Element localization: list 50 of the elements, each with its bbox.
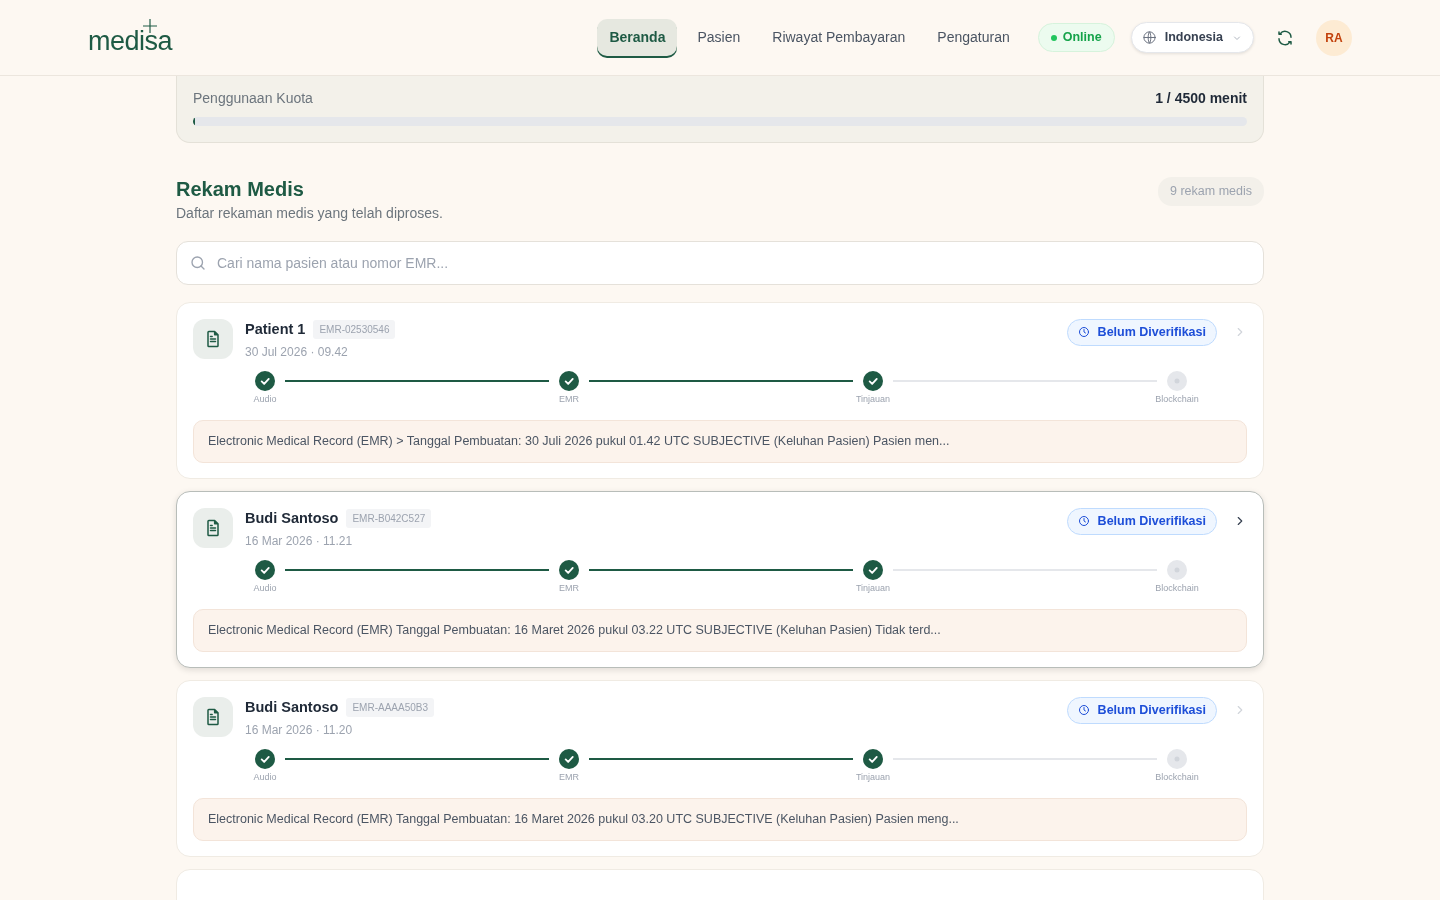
clock-icon [1077,704,1090,717]
step-label: Tinjauan [855,392,891,406]
document-icon [193,697,233,737]
clock-icon [1077,515,1090,528]
step-label: Blockchain [1155,392,1199,406]
document-icon [193,508,233,548]
document-icon [193,319,233,359]
emr-number: EMR-B042C527 [346,509,432,529]
quota-label: Penggunaan Kuota [193,89,313,108]
record-card[interactable] [176,491,1264,668]
step-label: EMR [559,392,579,406]
step-label: EMR [559,770,579,784]
record-summary: Electronic Medical Record (EMR) > Tanggal Pembuatan: 30 Juli 2026 pukul 01.42 UTC SUBJECTIVE (Keluhan Pasien) Pasien men... [193,420,1247,463]
section-subtitle: Daftar rekaman medis yang telah diproses. [176,204,443,223]
record-date: 16 Mar 2026 · 11.20 [245,721,354,739]
step-label: Tinjauan [855,770,891,784]
step-label: EMR [559,581,579,595]
record-date: 16 Mar 2026 · 11.21 [245,532,354,550]
globe-icon [1141,30,1157,45]
search-field[interactable]: Cari nama pasien atau nomor EMR... [176,241,1264,285]
step-label: Blockchain [1155,770,1199,784]
step-label: Tinjauan [855,581,891,595]
language-dropdown[interactable]: Indonesia [1130,22,1254,53]
patient-name: Budi Santoso [245,698,339,717]
record-date: 30 Jul 2026 · 09.42 [245,343,349,361]
user-avatar[interactable]: RA [1316,19,1352,56]
record-count: 9 rekam medis [1158,177,1264,206]
section-title: Rekam Medis [176,177,305,201]
nav-tab[interactable]: Beranda [597,19,678,56]
nav-tab[interactable]: Riwayat Pembayaran [760,19,918,56]
status-badge: Belum Diverifikasi [1066,697,1217,724]
step-label: Blockchain [1155,581,1199,595]
refresh-icon [1276,29,1294,48]
nav-tab[interactable]: Pasien [685,19,753,56]
brand-logo[interactable]: medisa [88,18,173,57]
patient-name: Patient 1 [245,320,306,339]
nav-tab[interactable]: Pengaturan [925,19,1022,56]
emr-number: EMR-AAAA50B3 [346,698,435,718]
step-label: Audio [253,392,277,406]
record-summary: Electronic Medical Record (EMR) Tanggal Pembuatan: 16 Maret 2026 pukul 03.22 UTC SUBJECTIVE (Keluhan Pasien) Tidak terd... [193,609,1247,652]
step-label: Audio [253,770,277,784]
patient-name: Budi Santoso [245,509,339,528]
clock-icon [1077,326,1090,339]
status-badge: Belum Diverifikasi [1066,319,1217,346]
step-label: Audio [253,581,277,595]
emr-number: EMR-02530546 [313,320,396,340]
status-badge: Online [1037,23,1115,52]
record-summary: Electronic Medical Record (EMR) Tanggal Pembuatan: 16 Maret 2026 pukul 03.20 UTC SUBJECTIVE (Keluhan Pasien) Pasien meng... [193,798,1247,841]
status-badge: Belum Diverifikasi [1066,508,1217,535]
quota-reading: 1 / 4500 menit [1155,89,1247,108]
